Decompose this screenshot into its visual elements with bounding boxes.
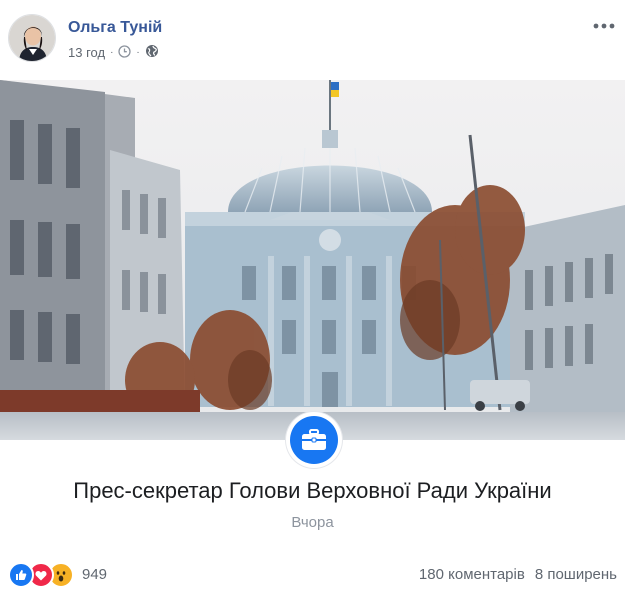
- meta-separator: ·: [136, 47, 140, 58]
- post-meta: 13 год · ·: [68, 44, 159, 61]
- facebook-post: Ольга Туній 13 год · · Прес-секретар Гол…: [0, 0, 625, 593]
- post-time[interactable]: 13 год: [68, 45, 105, 60]
- author-name[interactable]: Ольга Туній: [68, 19, 162, 37]
- clock-icon: [118, 44, 132, 61]
- page-category-badge: [286, 412, 342, 468]
- page-card-title[interactable]: Прес-секретар Голови Верховної Ради Укра…: [0, 478, 625, 504]
- post-header: Ольга Туній 13 год · ·: [8, 14, 617, 66]
- meta-separator: ·: [110, 47, 114, 58]
- more-options-icon[interactable]: [591, 16, 617, 36]
- cover-photo[interactable]: [0, 80, 625, 440]
- like-reaction-icon[interactable]: [8, 562, 34, 588]
- comments-count[interactable]: 180 коментарів: [419, 566, 525, 583]
- reaction-icons[interactable]: [8, 562, 74, 588]
- page-card-date: Вчора: [291, 514, 334, 531]
- avatar[interactable]: [8, 14, 56, 62]
- shares-count[interactable]: 8 поширень: [535, 566, 617, 583]
- engagement-stats: 180 коментарів 8 поширень: [419, 566, 617, 583]
- reaction-count[interactable]: 949: [82, 566, 107, 583]
- globe-icon[interactable]: [145, 44, 159, 61]
- briefcase-icon: [290, 416, 338, 464]
- post-footer: 949 180 коментарів 8 поширень: [8, 560, 617, 588]
